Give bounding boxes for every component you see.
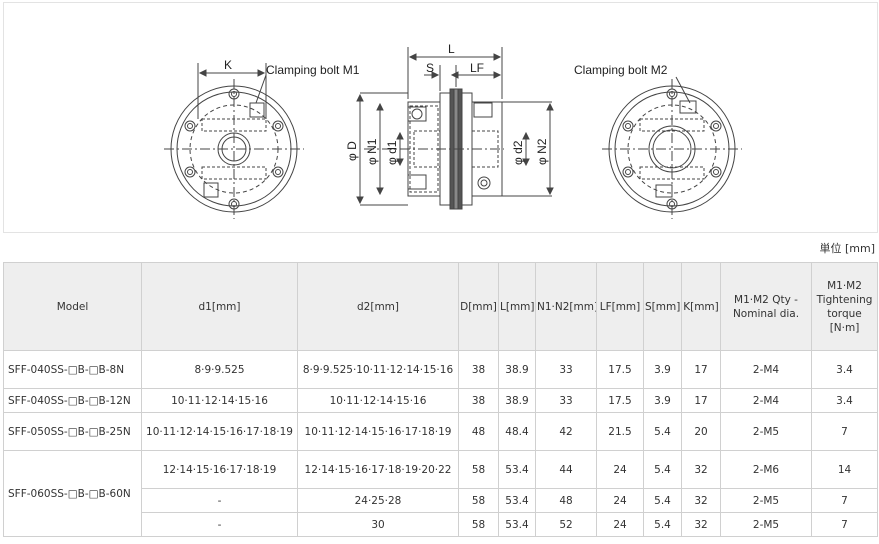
cell-S: 5.4 xyxy=(643,450,682,489)
cell-torque: 14 xyxy=(811,450,878,489)
cell-M: 2-M4 xyxy=(720,350,812,389)
table-row: SFF-040SS-□B-□B-12N 10·11·12·14·15·16 10… xyxy=(3,388,878,413)
cell-D: 38 xyxy=(458,388,499,413)
cell-D: 58 xyxy=(458,450,499,489)
center-side-view xyxy=(356,47,554,210)
label-l: L xyxy=(448,42,455,56)
cell-M: 2-M4 xyxy=(720,388,812,413)
header-d1: d1[mm] xyxy=(141,262,298,351)
cell-D: 48 xyxy=(458,412,499,451)
cell-S: 5.4 xyxy=(643,512,682,537)
cell-K: 32 xyxy=(681,450,721,489)
cell-d2: 10·11·12·14·15·16 xyxy=(297,388,459,413)
cell-L: 53.4 xyxy=(498,512,536,537)
cell-LF: 17.5 xyxy=(596,388,644,413)
cell-d2: 8·9·9.525·10·11·12·14·15·16 xyxy=(297,350,459,389)
label-phi-d: φ D xyxy=(345,141,359,161)
header-N: N1·N2[mm] xyxy=(535,262,597,351)
cell-M: 2-M6 xyxy=(720,450,812,489)
cell-d1: - xyxy=(141,488,298,513)
cell-torque: 7 xyxy=(811,512,878,537)
cell-d2: 12·14·15·16·17·18·19·20·22 xyxy=(297,450,459,489)
cell-LF: 24 xyxy=(596,488,644,513)
header-d2: d2[mm] xyxy=(297,262,459,351)
cell-LF: 21.5 xyxy=(596,412,644,451)
cell-model: SFF-060SS-□B-□B-60N xyxy=(3,450,142,537)
header-D: D[mm] xyxy=(458,262,499,351)
cell-torque: 3.4 xyxy=(811,388,878,413)
header-row: Model d1[mm] d2[mm] D[mm] L[mm] N1·N2[mm… xyxy=(3,262,878,351)
cell-L: 38.9 xyxy=(498,350,536,389)
cell-model: SFF-050SS-□B-□B-25N xyxy=(3,412,142,451)
cell-model: SFF-040SS-□B-□B-12N xyxy=(3,388,142,413)
label-lf: LF xyxy=(470,61,484,75)
cell-N: 44 xyxy=(535,450,597,489)
cell-D: 38 xyxy=(458,350,499,389)
cell-D: 58 xyxy=(458,512,499,537)
cell-torque: 7 xyxy=(811,412,878,451)
label-clamping-bolt-m2: Clamping bolt M2 xyxy=(574,63,668,77)
cell-d1: 10·11·12·14·15·16·17·18·19 xyxy=(141,412,298,451)
label-clamping-bolt-m1: Clamping bolt M1 xyxy=(266,63,360,77)
table-row: SFF-040SS-□B-□B-8N 8·9·9.525 8·9·9.525·1… xyxy=(3,350,878,389)
label-k: K xyxy=(224,58,232,72)
cell-S: 5.4 xyxy=(643,412,682,451)
cell-LF: 24 xyxy=(596,512,644,537)
cell-LF: 17.5 xyxy=(596,350,644,389)
left-end-view xyxy=(164,63,304,219)
cell-N: 42 xyxy=(535,412,597,451)
right-end-view xyxy=(602,76,742,219)
cell-N: 48 xyxy=(535,488,597,513)
unit-label: 単位 [mm] xyxy=(819,242,875,255)
cell-N: 52 xyxy=(535,512,597,537)
cell-K: 17 xyxy=(681,388,721,413)
cell-torque: 7 xyxy=(811,488,878,513)
header-L: L[mm] xyxy=(498,262,536,351)
header-K: K[mm] xyxy=(681,262,721,351)
cell-d2: 24·25·28 xyxy=(297,488,459,513)
cell-d2: 10·11·12·14·15·16·17·18·19 xyxy=(297,412,459,451)
spec-table: Model d1[mm] d2[mm] D[mm] L[mm] N1·N2[mm… xyxy=(3,262,878,537)
cell-L: 38.9 xyxy=(498,388,536,413)
cell-d1: 10·11·12·14·15·16 xyxy=(141,388,298,413)
cell-K: 17 xyxy=(681,350,721,389)
label-phi-n1: φ N1 xyxy=(365,138,379,165)
cell-M: 2-M5 xyxy=(720,512,812,537)
header-torque: M1·M2 Tightening torque [N·m] xyxy=(811,262,878,351)
cell-model: SFF-040SS-□B-□B-8N xyxy=(3,350,142,389)
cell-L: 53.4 xyxy=(498,488,536,513)
coupling-drawing-svg: K Clamping bolt M1 L S LF Clamping bolt … xyxy=(164,42,742,219)
cell-LF: 24 xyxy=(596,450,644,489)
header-LF: LF[mm] xyxy=(596,262,644,351)
table-row: SFF-050SS-□B-□B-25N 10·11·12·14·15·16·17… xyxy=(3,412,878,451)
cell-N: 33 xyxy=(535,350,597,389)
label-phi-d2: φ d2 xyxy=(511,140,525,165)
header-M: M1·M2 Qty - Nominal dia. xyxy=(720,262,812,351)
cell-M: 2-M5 xyxy=(720,412,812,451)
cell-K: 32 xyxy=(681,512,721,537)
cell-K: 32 xyxy=(681,488,721,513)
table-row: SFF-060SS-□B-□B-60N 12·14·15·16·17·18·19… xyxy=(3,450,878,537)
cell-N: 33 xyxy=(535,388,597,413)
cell-M: 2-M5 xyxy=(720,488,812,513)
label-s: S xyxy=(426,61,434,75)
cell-S: 3.9 xyxy=(643,350,682,389)
cell-d2: 30 xyxy=(297,512,459,537)
cell-torque: 3.4 xyxy=(811,350,878,389)
label-phi-n2: φ N2 xyxy=(535,138,549,165)
cell-L: 53.4 xyxy=(498,450,536,489)
cell-L: 48.4 xyxy=(498,412,536,451)
cell-K: 20 xyxy=(681,412,721,451)
label-phi-d1: φ d1 xyxy=(385,140,399,165)
cell-d1: 12·14·15·16·17·18·19 xyxy=(141,450,298,489)
cell-d1: - xyxy=(141,512,298,537)
cell-S: 3.9 xyxy=(643,388,682,413)
header-model: Model xyxy=(3,262,142,351)
cell-D: 58 xyxy=(458,488,499,513)
cell-d1: 8·9·9.525 xyxy=(141,350,298,389)
dimension-drawing: K Clamping bolt M1 L S LF Clamping bolt … xyxy=(3,2,878,233)
header-S: S[mm] xyxy=(643,262,682,351)
cell-S: 5.4 xyxy=(643,488,682,513)
